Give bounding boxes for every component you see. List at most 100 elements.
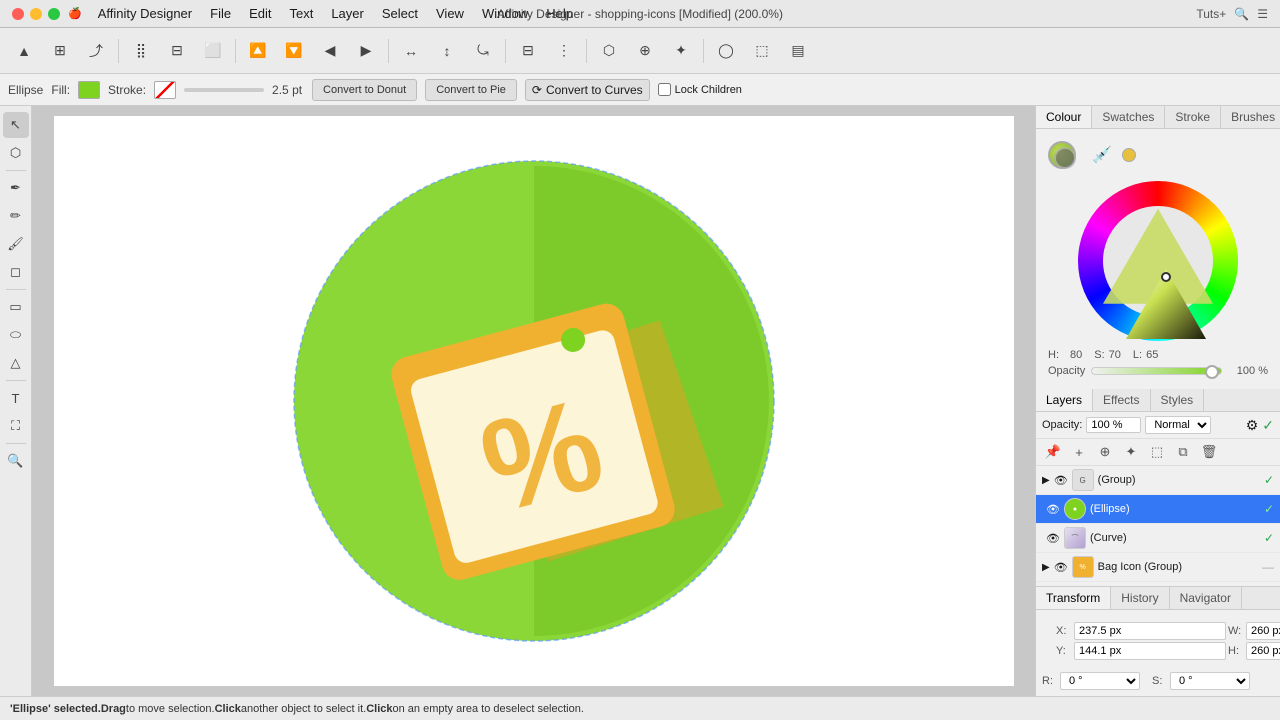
toolbar-separator-3: [388, 39, 389, 63]
convert-to-donut-button[interactable]: Convert to Donut: [312, 79, 417, 101]
canvas-area[interactable]: %: [32, 106, 1035, 696]
tab-layers[interactable]: Layers: [1036, 389, 1093, 411]
layers-settings-icon[interactable]: ⚙: [1246, 417, 1259, 434]
fill-color-swatch[interactable]: [78, 81, 100, 99]
tool-node[interactable]: ⬡: [3, 140, 29, 166]
tab-swatches[interactable]: Swatches: [1092, 106, 1165, 128]
minimize-button[interactable]: [30, 8, 42, 20]
layer-adjust-icon[interactable]: ⊕: [1094, 441, 1116, 463]
close-button[interactable]: [12, 8, 24, 20]
layers-opacity-input[interactable]: [1086, 417, 1141, 433]
add-artboard-btn[interactable]: ⊞: [44, 37, 76, 65]
rotate-btn[interactable]: ⤿: [467, 37, 499, 65]
fx-btn[interactable]: ✦: [665, 37, 697, 65]
rotation-select[interactable]: 0 °: [1060, 672, 1140, 690]
tool-ellipse[interactable]: ⬭: [3, 322, 29, 348]
opacity-thumb[interactable]: [1205, 365, 1219, 379]
layer-fx-icon[interactable]: ✦: [1120, 441, 1142, 463]
guides-btn[interactable]: ⬜: [197, 37, 229, 65]
move-right-btn[interactable]: ▶: [350, 37, 382, 65]
main-toolbar: ▲ ⊞ ⤴ ⣿ ⊟ ⬜ 🔼 🔽 ◀ ▶ ↔ ↕ ⤿ ⊟ ⋮ ⬡ ⊕ ✦ ◯ ⬚ …: [0, 28, 1280, 74]
color-picker-cursor[interactable]: [1161, 272, 1171, 282]
color-wheel[interactable]: [1078, 181, 1238, 341]
maximize-button[interactable]: [48, 8, 60, 20]
affinity-logo-btn[interactable]: ▲: [8, 37, 40, 65]
stroke-color-swatch[interactable]: [154, 81, 176, 99]
align-btn[interactable]: ⊟: [512, 37, 544, 65]
color-stroke-btn[interactable]: ⬚: [746, 37, 778, 65]
lock-children-checkbox[interactable]: [658, 83, 671, 96]
tab-colour[interactable]: Colour: [1036, 106, 1092, 128]
tool-brush[interactable]: 🖌: [3, 231, 29, 257]
tool-select-move[interactable]: ↖: [3, 112, 29, 138]
stroke-width-slider[interactable]: [184, 88, 264, 92]
eyedropper-icon[interactable]: 💉: [1092, 145, 1112, 165]
tool-text[interactable]: T: [3, 385, 29, 411]
tab-styles[interactable]: Styles: [1151, 389, 1205, 411]
layer-pin-icon[interactable]: 📌: [1042, 441, 1064, 463]
share-btn[interactable]: ⤴: [80, 37, 112, 65]
blend-mode-select[interactable]: Normal: [1145, 416, 1211, 434]
tool-pencil[interactable]: ✏: [3, 203, 29, 229]
tool-erase[interactable]: ◻: [3, 259, 29, 285]
layer-bag-expand[interactable]: ▶: [1042, 562, 1050, 573]
move-down-btn[interactable]: 🔽: [278, 37, 310, 65]
layer-expand-icon[interactable]: ▶: [1042, 475, 1050, 486]
shear-select[interactable]: 0 °: [1170, 672, 1250, 690]
color-selector[interactable]: [1044, 137, 1080, 173]
tool-zoom[interactable]: 🔍: [3, 448, 29, 474]
color-fill-btn[interactable]: ◯: [710, 37, 742, 65]
layer-item-curve[interactable]: 👁 ⌒ (Curve) ✓: [1036, 524, 1280, 553]
tool-triangle[interactable]: △: [3, 350, 29, 376]
tool-pen[interactable]: ✒: [3, 175, 29, 201]
menu-view[interactable]: View: [428, 4, 472, 23]
convert-to-pie-button[interactable]: Convert to Pie: [425, 79, 517, 101]
layers-check-icon[interactable]: ✓: [1262, 417, 1274, 434]
node-btn[interactable]: ⬡: [593, 37, 625, 65]
layer-duplicate-icon[interactable]: ⧉: [1172, 441, 1194, 463]
transform-w-input[interactable]: [1246, 622, 1280, 640]
tool-rectangle[interactable]: ▭: [3, 294, 29, 320]
layer-item-group[interactable]: ▶ 👁 G (Group) ✓: [1036, 466, 1280, 495]
menu-affinity-designer[interactable]: Affinity Designer: [90, 4, 200, 23]
tab-brushes[interactable]: Brushes: [1221, 106, 1280, 128]
layer-bag-vis-icon[interactable]: 👁: [1054, 561, 1068, 574]
layer-mask-icon[interactable]: ⬚: [1146, 441, 1168, 463]
menu-select[interactable]: Select: [374, 4, 426, 23]
transform-h-input[interactable]: [1246, 642, 1280, 660]
snapping-btn[interactable]: ⣿: [125, 37, 157, 65]
tab-effects[interactable]: Effects: [1093, 389, 1150, 411]
tool-crop[interactable]: ⛶: [3, 413, 29, 439]
color-grad-btn[interactable]: ▤: [782, 37, 814, 65]
menu-text[interactable]: Text: [281, 4, 321, 23]
convert-to-curves-button[interactable]: ⟳ Convert to Curves: [525, 79, 650, 101]
layer-curve-vis-icon[interactable]: 👁: [1046, 532, 1060, 545]
move-left-btn[interactable]: ◀: [314, 37, 346, 65]
color-dot[interactable]: [1122, 148, 1136, 162]
layer-vis-icon[interactable]: 👁: [1054, 474, 1068, 487]
transform-y-input[interactable]: [1074, 642, 1226, 660]
opacity-slider[interactable]: [1091, 367, 1222, 375]
flip-h-btn[interactable]: ↔: [395, 37, 427, 65]
menu-edit[interactable]: Edit: [241, 4, 279, 23]
distribute-btn[interactable]: ⋮: [548, 37, 580, 65]
layer-add-icon[interactable]: +: [1068, 441, 1090, 463]
layer-item-ellipse[interactable]: 👁 ● (Ellipse) ✓: [1036, 495, 1280, 524]
layer-delete-icon[interactable]: 🗑: [1198, 441, 1220, 463]
tab-stroke[interactable]: Stroke: [1165, 106, 1221, 128]
layer-item-bag-icon[interactable]: ▶ 👁 % Bag Icon (Group) —: [1036, 553, 1280, 582]
grid-btn[interactable]: ⊟: [161, 37, 193, 65]
search-icon[interactable]: 🔍: [1234, 7, 1249, 21]
tab-navigator[interactable]: Navigator: [1170, 587, 1242, 609]
tab-history[interactable]: History: [1111, 587, 1169, 609]
tab-transform[interactable]: Transform: [1036, 587, 1111, 609]
transform-x-input[interactable]: [1074, 622, 1226, 640]
layer-ellipse-vis-icon[interactable]: 👁: [1046, 503, 1060, 516]
menu-layer[interactable]: Layer: [323, 4, 372, 23]
menu-icon[interactable]: ☰: [1257, 7, 1268, 21]
flip-v-btn[interactable]: ↕: [431, 37, 463, 65]
menu-file[interactable]: File: [202, 4, 239, 23]
boolean-btn[interactable]: ⊕: [629, 37, 661, 65]
move-up-btn[interactable]: 🔼: [242, 37, 274, 65]
status-drag-desc: to move selection.: [126, 703, 215, 715]
